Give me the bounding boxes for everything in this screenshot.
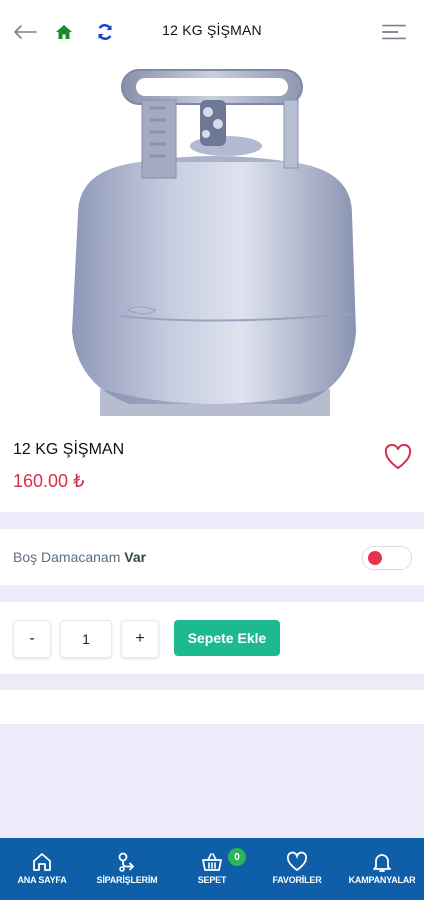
page-title: 12 KG ŞİŞMAN [162, 22, 262, 38]
toggle-knob [368, 551, 382, 565]
home-icon [33, 853, 51, 871]
empty-bottle-toggle[interactable] [362, 546, 412, 570]
bottom-navigation: ANA SAYFA SİPARİŞLERİM SEPET 0 FAVORİLER… [0, 838, 424, 900]
increase-quantity-button[interactable]: + [121, 620, 159, 658]
cart-count-badge: 0 [228, 848, 246, 866]
option-value: Var [124, 549, 147, 565]
nav-label-orders: SİPARİŞLERİM [96, 875, 158, 885]
empty-bottle-option: Boş Damacanam Var [0, 529, 424, 585]
nav-label-favorites: FAVORİLER [272, 875, 322, 885]
quantity-input[interactable]: 1 [60, 620, 112, 658]
quantity-row: - 1 + Sepete Ekle [0, 602, 424, 674]
product-name: 12 KG ŞİŞMAN [13, 441, 125, 458]
nav-item-basket[interactable]: SEPET 0 [170, 838, 254, 900]
bell-icon [373, 854, 391, 872]
nav-label-home: ANA SAYFA [17, 875, 67, 885]
decrease-quantity-button[interactable]: - [13, 620, 51, 658]
heart-icon [286, 851, 308, 872]
heart-icon[interactable] [384, 443, 412, 470]
product-image [0, 64, 424, 416]
spacer-panel [0, 690, 424, 724]
product-price: 160.00 ₺ [13, 471, 85, 491]
nav-item-campaigns[interactable]: KAMPANYALAR [340, 838, 424, 900]
option-text: Boş Damacanam [13, 549, 125, 565]
nav-item-orders[interactable]: SİPARİŞLERİM [84, 838, 170, 900]
option-label: Boş Damacanam Var [13, 549, 146, 565]
add-to-cart-button[interactable]: Sepete Ekle [174, 620, 280, 656]
top-app-bar: 12 KG ŞİŞMAN [0, 0, 424, 64]
orders-icon [118, 852, 135, 872]
menu-icon[interactable] [382, 20, 406, 44]
nav-item-home[interactable]: ANA SAYFA [0, 838, 84, 900]
nav-item-favorites[interactable]: FAVORİLER [254, 838, 340, 900]
nav-label-campaigns: KAMPANYALAR [348, 875, 416, 885]
basket-icon [202, 853, 222, 871]
product-info: 12 KG ŞİŞMAN 160.00 ₺ [0, 416, 424, 512]
nav-label-basket: SEPET [197, 875, 227, 885]
